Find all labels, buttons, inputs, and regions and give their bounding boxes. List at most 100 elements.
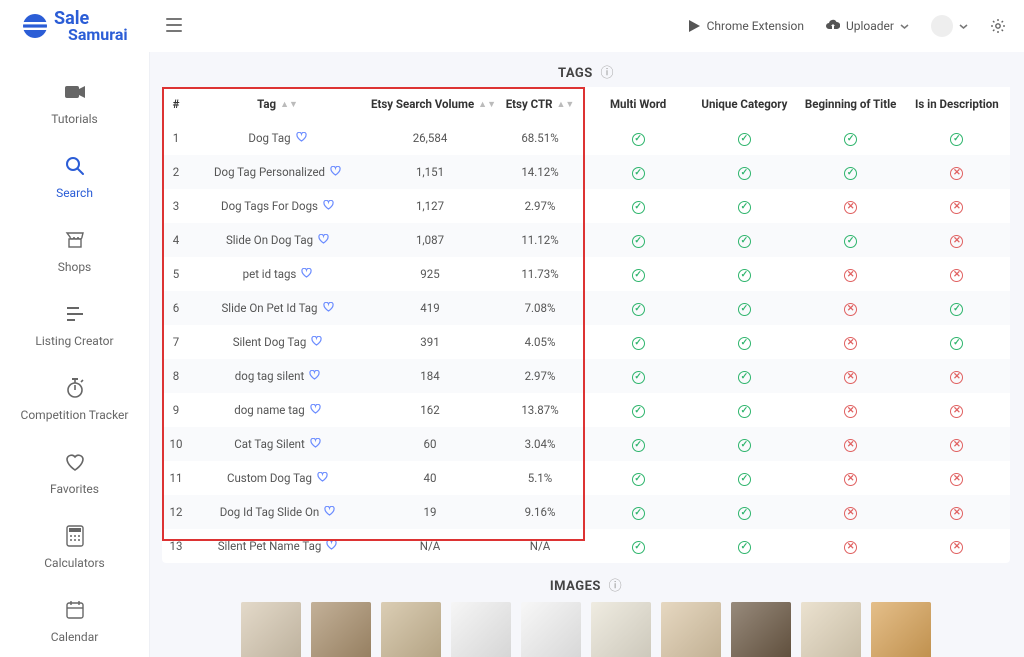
col-unique[interactable]: Unique Category: [691, 87, 797, 121]
settings-button[interactable]: [990, 18, 1006, 34]
col-tag[interactable]: Tag▲▼: [190, 87, 365, 121]
sidebar: Tutorials Search Shops Listing Creator C…: [0, 52, 150, 657]
favorite-icon[interactable]: [301, 267, 312, 281]
favorite-icon[interactable]: [330, 165, 341, 179]
cell-desc: ✕: [904, 359, 1010, 393]
cell-volume: 19: [365, 495, 495, 529]
cell-multi: ✓: [585, 121, 691, 155]
cell-volume: 1,087: [365, 223, 495, 257]
favorite-icon[interactable]: [323, 301, 334, 315]
topbar: Sale Samurai Chrome Extension Uploader: [0, 0, 1024, 52]
image-thumb[interactable]: [661, 602, 721, 657]
cell-tag: dog name tag: [190, 393, 365, 427]
cell-multi: ✓: [585, 427, 691, 461]
store-icon: [65, 228, 85, 252]
favorite-icon[interactable]: [318, 233, 329, 247]
check-icon: ✓: [632, 130, 645, 144]
favorite-icon[interactable]: [326, 539, 337, 553]
favorite-icon[interactable]: [323, 199, 334, 213]
nav-calendar[interactable]: Calendar: [15, 592, 135, 652]
cell-desc: ✕: [904, 257, 1010, 291]
image-thumb[interactable]: [591, 602, 651, 657]
check-icon: ✓: [738, 300, 751, 314]
image-thumb[interactable]: [381, 602, 441, 657]
user-menu[interactable]: [931, 15, 968, 37]
cell-multi: ✓: [585, 155, 691, 189]
check-icon: ✓: [738, 368, 751, 382]
favorite-icon[interactable]: [311, 335, 322, 349]
check-icon: ✓: [738, 504, 751, 518]
uploader-menu[interactable]: Uploader: [826, 19, 909, 33]
check-icon: ✓: [632, 436, 645, 450]
nav-competition-tracker[interactable]: Competition Tracker: [15, 370, 135, 430]
nav-listing-creator[interactable]: Listing Creator: [15, 296, 135, 356]
cell-index: 4: [162, 223, 190, 257]
cell-bot: ✕: [798, 495, 904, 529]
image-thumb[interactable]: [871, 602, 931, 657]
favorite-icon[interactable]: [310, 437, 321, 451]
cell-ctr: 4.05%: [495, 325, 585, 359]
image-thumb[interactable]: [521, 602, 581, 657]
cell-bot: ✓: [798, 155, 904, 189]
cell-ctr: 3.04%: [495, 427, 585, 461]
chrome-extension-link[interactable]: Chrome Extension: [687, 19, 804, 33]
heart-icon: [65, 450, 85, 474]
col-index[interactable]: #: [162, 87, 190, 121]
cell-index: 6: [162, 291, 190, 325]
nav-shops[interactable]: Shops: [15, 222, 135, 282]
cell-bot: ✕: [798, 427, 904, 461]
favorite-icon[interactable]: [324, 505, 335, 519]
image-thumb[interactable]: [311, 602, 371, 657]
cell-index: 13: [162, 529, 190, 563]
cell-desc: ✓: [904, 325, 1010, 359]
col-volume[interactable]: Etsy Search Volume▲▼: [365, 87, 495, 121]
menu-toggle[interactable]: [166, 18, 182, 35]
check-icon: ✓: [632, 334, 645, 348]
check-icon: ✓: [632, 470, 645, 484]
search-icon: [65, 154, 85, 178]
image-thumb[interactable]: [731, 602, 791, 657]
logo[interactable]: Sale Samurai: [22, 10, 128, 42]
nav-search[interactable]: Search: [15, 148, 135, 208]
info-icon[interactable]: ⓘ: [601, 66, 615, 81]
image-thumb[interactable]: [451, 602, 511, 657]
cell-index: 9: [162, 393, 190, 427]
info-icon[interactable]: ⓘ: [609, 579, 623, 594]
favorite-icon[interactable]: [317, 471, 328, 485]
col-bot[interactable]: Beginning of Title: [798, 87, 904, 121]
logo-text-2: Samurai: [68, 27, 128, 42]
favorite-icon[interactable]: [310, 403, 321, 417]
chevron-down-icon: [900, 22, 909, 31]
table-row: 13Silent Pet Name TagN/AN/A✓✓✕✕: [162, 529, 1010, 563]
cell-unique: ✓: [691, 393, 797, 427]
cross-icon: ✕: [844, 266, 857, 280]
cell-tag: Slide On Pet Id Tag: [190, 291, 365, 325]
cell-volume: 391: [365, 325, 495, 359]
favorite-icon[interactable]: [296, 131, 307, 145]
cell-bot: ✕: [798, 189, 904, 223]
tags-section-title: TAGS ⓘ: [162, 62, 1010, 81]
cross-icon: ✕: [950, 164, 963, 178]
cell-tag: Silent Pet Name Tag: [190, 529, 365, 563]
nav-favorites[interactable]: Favorites: [15, 444, 135, 504]
cell-tag: Dog Id Tag Slide On: [190, 495, 365, 529]
cell-desc: ✓: [904, 121, 1010, 155]
col-desc[interactable]: Is in Description: [904, 87, 1010, 121]
cross-icon: ✕: [950, 504, 963, 518]
favorite-icon[interactable]: [309, 369, 320, 383]
nav-tutorials[interactable]: Tutorials: [15, 74, 135, 134]
col-multi[interactable]: Multi Word: [585, 87, 691, 121]
table-row: 3Dog Tags For Dogs1,1272.97%✓✓✕✕: [162, 189, 1010, 223]
check-icon: ✓: [950, 334, 963, 348]
cell-tag: dog tag silent: [190, 359, 365, 393]
table-row: 2Dog Tag Personalized1,15114.12%✓✓✓✕: [162, 155, 1010, 189]
nav-calculators[interactable]: Calculators: [15, 518, 135, 578]
image-thumb[interactable]: [801, 602, 861, 657]
cell-desc: ✕: [904, 393, 1010, 427]
cross-icon: ✕: [950, 538, 963, 552]
cell-volume: 419: [365, 291, 495, 325]
col-ctr[interactable]: Etsy CTR▲▼: [495, 87, 585, 121]
cell-volume: 925: [365, 257, 495, 291]
check-icon: ✓: [738, 402, 751, 416]
image-thumb[interactable]: [241, 602, 301, 657]
